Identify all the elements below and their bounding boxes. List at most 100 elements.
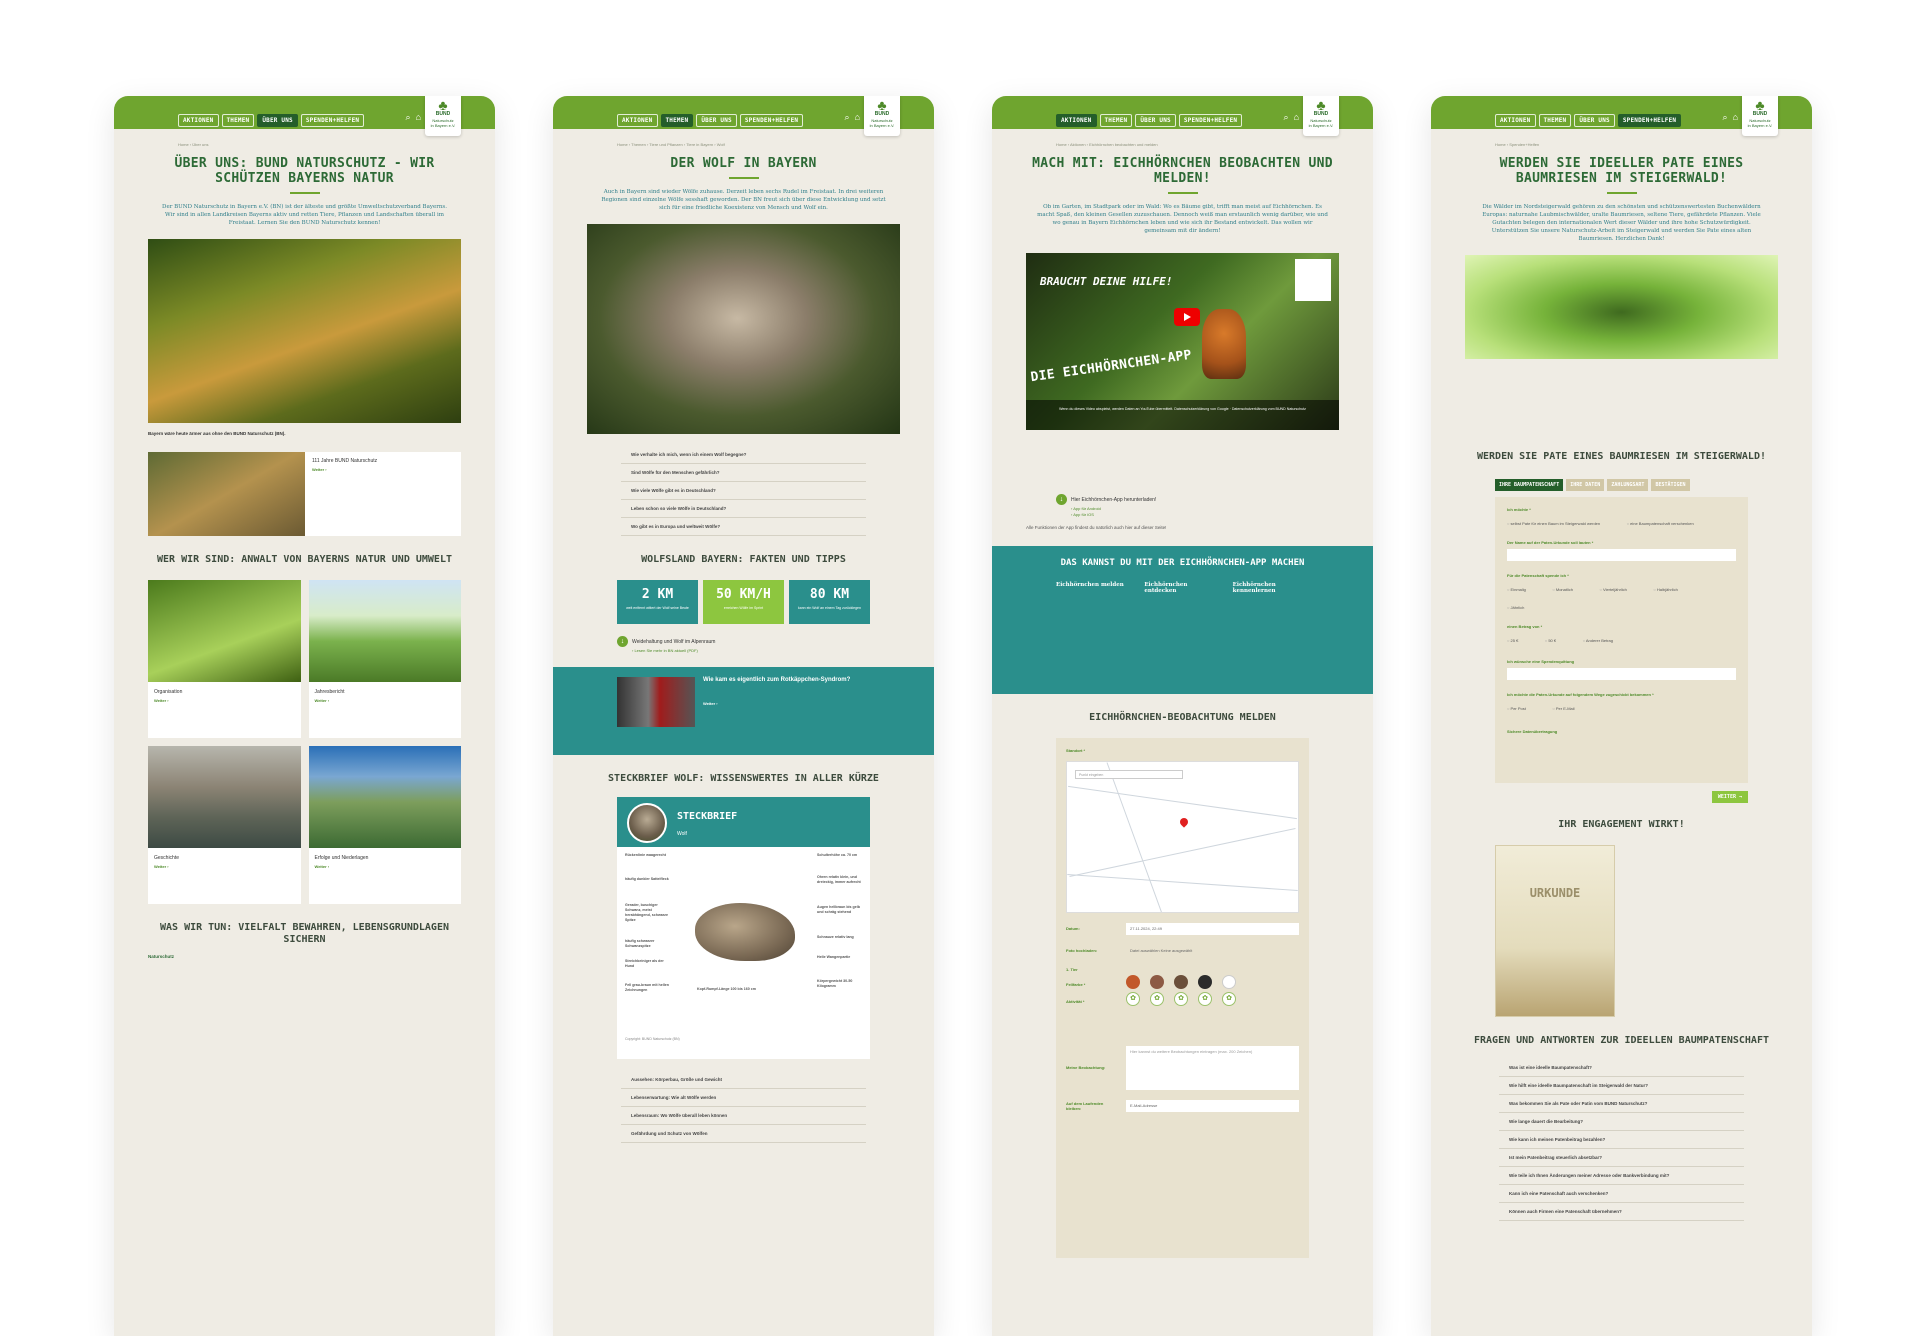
radio-period[interactable]: Jährlich — [1507, 605, 1525, 610]
faq-item[interactable]: Was ist eine ideelle Baumpatenschaft? — [1499, 1059, 1744, 1077]
tab-zahlungsart[interactable]: ZAHLUNGSART — [1607, 479, 1649, 491]
email-input[interactable]: E-Mail-Adresse — [1126, 1099, 1299, 1112]
grid-card[interactable]: Erfolge und Niederlagen Weiter › — [308, 745, 461, 904]
video-player[interactable]: BRAUCHT DEINE HILFE! DIE EICHHÖRNCHEN-AP… — [1026, 253, 1339, 430]
home-icon[interactable]: ⌂ — [1733, 113, 1738, 122]
color-option[interactable] — [1222, 974, 1236, 989]
color-option[interactable] — [1150, 974, 1164, 989]
nav-ueber-uns[interactable]: ÜBER UNS — [696, 114, 737, 127]
teaser-band[interactable]: Wie kam es eigentlich zum Rotkäppchen-Sy… — [553, 667, 934, 755]
radio-period[interactable]: Vierteljährlich — [1599, 587, 1627, 592]
anniversary-card[interactable]: 111 Jahre BUND Naturschutz Weiter › — [148, 451, 461, 536]
nav-aktionen[interactable]: AKTIONEN — [178, 114, 219, 127]
faq-item[interactable]: Wie viele Wölfe gibt es in Deutschland? — [621, 482, 866, 500]
photo-upload[interactable]: Datei auswählen Keine ausgewählt — [1126, 945, 1299, 957]
breadcrumb[interactable]: Home › Themen › Tiere und Pflanzen › Tie… — [617, 142, 934, 148]
nav-themen[interactable]: THEMEN — [1538, 114, 1572, 127]
color-option[interactable] — [1198, 974, 1212, 989]
faq-item[interactable]: Aussehen: Körperbau, Größe und Gewicht — [621, 1071, 866, 1089]
faq-item[interactable]: Lebensraum: Wo Wölfe überall leben könne… — [621, 1107, 866, 1125]
location-map[interactable]: Punkt eingeben — [1066, 760, 1299, 913]
breadcrumb[interactable]: Home › Aktionen › Eichhörnchen beobachte… — [1056, 142, 1373, 148]
map-search-input[interactable]: Punkt eingeben — [1075, 769, 1183, 779]
nav-themen[interactable]: THEMEN — [221, 114, 255, 127]
download-link[interactable]: › Lesen Sie mehr in BN aktuell (PDF) — [632, 648, 870, 653]
search-icon[interactable]: ⌕ — [1284, 113, 1289, 122]
breadcrumb[interactable]: Home › Spenden+Helfen — [1495, 142, 1812, 148]
color-option[interactable] — [1126, 974, 1140, 989]
color-option[interactable] — [1174, 974, 1188, 989]
faq-item[interactable]: Wie hilft eine ideelle Baumpatenschaft i… — [1499, 1077, 1744, 1095]
home-icon[interactable]: ⌂ — [855, 113, 860, 122]
nav-spenden[interactable]: SPENDEN+HELFEN — [300, 114, 365, 127]
home-icon[interactable]: ⌂ — [1294, 113, 1299, 122]
teaser-more-link[interactable]: Weiter › — [703, 701, 850, 706]
faq-item[interactable]: Ist mein Patenbeitrag steuerlich absetzb… — [1499, 1149, 1744, 1167]
secure-transfer[interactable]: Sichere Datenübertragung — [1507, 729, 1736, 734]
ios-link[interactable]: › App für iOS — [1071, 512, 1309, 517]
bund-logo[interactable]: ♣ BUND Naturschutz in Bayern e.V. — [1303, 96, 1339, 136]
date-input[interactable]: 27.11.2024, 22:49 — [1126, 922, 1299, 935]
radio-period[interactable]: Halbjährlich — [1653, 587, 1678, 592]
faq-item[interactable]: Wie lange dauert die Bearbeitung? — [1499, 1113, 1744, 1131]
grid-card[interactable]: Organisation Weiter › — [148, 579, 301, 738]
tab-bestaetigen[interactable]: BESTÄTIGEN — [1651, 479, 1690, 491]
radio-cert[interactable]: Per E-Mail — [1552, 706, 1575, 711]
nav-spenden[interactable]: SPENDEN+HELFEN — [1178, 114, 1243, 127]
faq-item[interactable]: Was bekommen Sie als Pate oder Patin vom… — [1499, 1095, 1744, 1113]
faq-item[interactable]: Wie teile ich Ihnen Änderungen meiner Ad… — [1499, 1167, 1744, 1185]
faq-item[interactable]: Lebenserwartung: Wie alt Wölfe werden — [621, 1089, 866, 1107]
radio-self[interactable]: selbst Pate für einen Baum im Steigerwal… — [1507, 521, 1601, 526]
search-icon[interactable]: ⌕ — [1723, 113, 1728, 122]
tab-daten[interactable]: IHRE DATEN — [1566, 479, 1605, 491]
nav-ueber-uns[interactable]: ÜBER UNS — [257, 114, 298, 127]
search-icon[interactable]: ⌕ — [406, 113, 411, 122]
radio-gift[interactable]: eine Baumpatenschaft verschenken — [1627, 521, 1694, 526]
activity-option[interactable]: ✿ — [1150, 991, 1164, 1006]
faq-item[interactable]: Leben schon so viele Wölfe in Deutschlan… — [621, 500, 866, 518]
activity-option[interactable]: ✿ — [1198, 991, 1212, 1006]
nav-ueber-uns[interactable]: ÜBER UNS — [1135, 114, 1176, 127]
android-link[interactable]: › App für Android — [1071, 506, 1309, 511]
tab-patenschaft[interactable]: IHRE BAUMPATENSCHAFT — [1495, 479, 1564, 491]
more-link[interactable]: Weiter › — [312, 467, 454, 472]
faq-item[interactable]: Kann ich eine Patenschaft auch verschenk… — [1499, 1185, 1744, 1203]
nav-ueber-uns[interactable]: ÜBER UNS — [1574, 114, 1615, 127]
breadcrumb[interactable]: Home › Über uns — [178, 142, 495, 148]
radio-cert[interactable]: Per Post — [1507, 706, 1526, 711]
activity-option[interactable]: ✿ — [1222, 991, 1236, 1006]
grid-card[interactable]: Jahresbericht Weiter › — [308, 579, 461, 738]
nav-aktionen[interactable]: AKTIONEN — [617, 114, 658, 127]
bund-logo[interactable]: ♣ BUND Naturschutz in Bayern e.V. — [864, 96, 900, 136]
notes-textarea[interactable]: Hier kannst du weitere Beobachtungen ein… — [1126, 1045, 1299, 1090]
nav-themen[interactable]: THEMEN — [1099, 114, 1133, 127]
grid-card[interactable]: Geschichte Weiter › — [148, 745, 301, 904]
radio-period[interactable]: Monatlich — [1552, 587, 1573, 592]
radio-amount[interactable]: Anderer Betrag — [1583, 638, 1613, 643]
faq-item[interactable]: Sind Wölfe für den Menschen gefährlich? — [621, 464, 866, 482]
nav-aktionen[interactable]: AKTIONEN — [1495, 114, 1536, 127]
nav-spenden[interactable]: SPENDEN+HELFEN — [1617, 114, 1682, 127]
home-icon[interactable]: ⌂ — [416, 113, 421, 122]
bund-logo[interactable]: ♣ BUND Naturschutz in Bayern e.V. — [1742, 96, 1778, 136]
download-icon: ↓ — [617, 636, 628, 647]
faq-item[interactable]: Wo gibt es in Europa und weltweit Wölfe? — [621, 518, 866, 536]
radio-amount[interactable]: 50 € — [1545, 638, 1556, 643]
nav-spenden[interactable]: SPENDEN+HELFEN — [739, 114, 804, 127]
name-input[interactable] — [1507, 549, 1736, 561]
receipt-select[interactable] — [1507, 668, 1736, 680]
bund-logo[interactable]: ♣ BUND Naturschutz in Bayern e.V. — [425, 96, 461, 136]
activity-option[interactable]: ✿ — [1174, 991, 1188, 1006]
activity-option[interactable]: ✿ — [1126, 991, 1140, 1006]
next-button[interactable]: WEITER → — [1711, 791, 1748, 803]
radio-amount[interactable]: 25 € — [1507, 638, 1519, 643]
nav-themen[interactable]: THEMEN — [660, 114, 694, 127]
faq-item[interactable]: Können auch Firmen eine Patenschaft über… — [1499, 1203, 1744, 1221]
faq-item[interactable]: Wie verhalte ich mich, wenn ich einem Wo… — [621, 446, 866, 464]
play-icon[interactable] — [1174, 308, 1200, 326]
radio-period[interactable]: Einmalig — [1507, 587, 1526, 592]
faq-item[interactable]: Wie kann ich meinen Patenbeitrag bezahle… — [1499, 1131, 1744, 1149]
nav-aktionen[interactable]: AKTIONEN — [1056, 114, 1097, 127]
search-icon[interactable]: ⌕ — [845, 113, 850, 122]
faq-item[interactable]: Gefährdung und Schutz von Wölfen — [621, 1125, 866, 1143]
